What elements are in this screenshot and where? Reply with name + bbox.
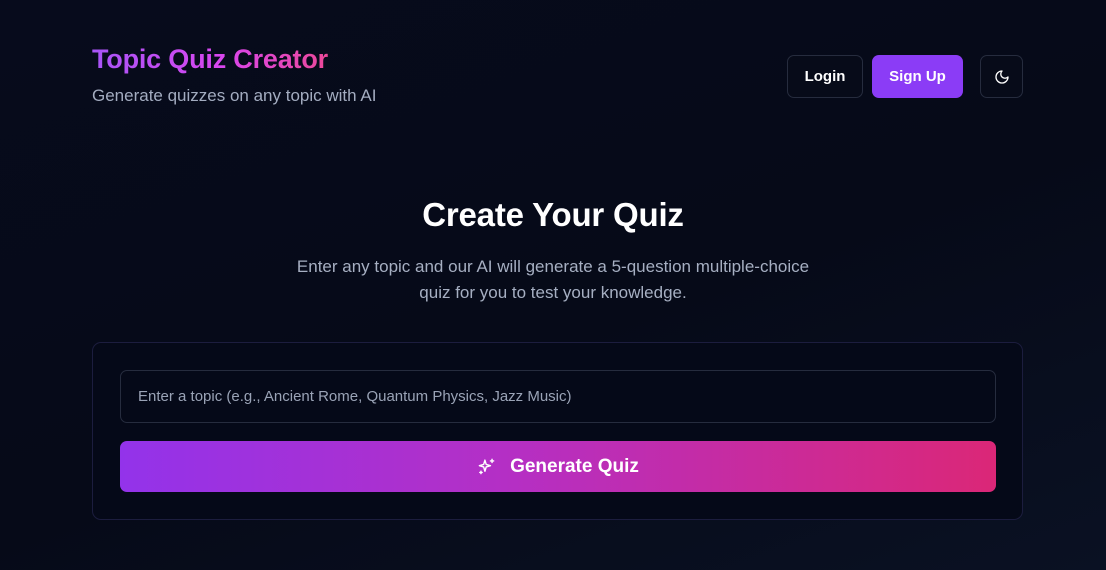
app-title: Topic Quiz Creator — [92, 44, 328, 74]
hero-title: Create Your Quiz — [422, 196, 684, 233]
page: Topic Quiz Creator Generate quizzes on a… — [0, 0, 1106, 570]
login-button[interactable]: Login — [787, 55, 863, 98]
generate-quiz-button[interactable]: Generate Quiz — [120, 441, 996, 492]
sparkles-icon — [477, 457, 496, 476]
signup-button[interactable]: Sign Up — [872, 55, 963, 98]
theme-toggle-button[interactable] — [980, 55, 1023, 98]
topic-input[interactable] — [120, 370, 996, 423]
hero-description: Enter any topic and our AI will generate… — [296, 257, 810, 302]
moon-icon — [994, 69, 1010, 85]
hero: Create Your Quiz Enter any topic and our… — [0, 196, 1106, 306]
app-subtitle: Generate quizzes on any topic with AI — [92, 86, 377, 105]
quiz-form-card: Generate Quiz — [92, 342, 1023, 520]
header: Topic Quiz Creator Generate quizzes on a… — [92, 0, 1023, 130]
generate-quiz-label: Generate Quiz — [510, 455, 639, 477]
